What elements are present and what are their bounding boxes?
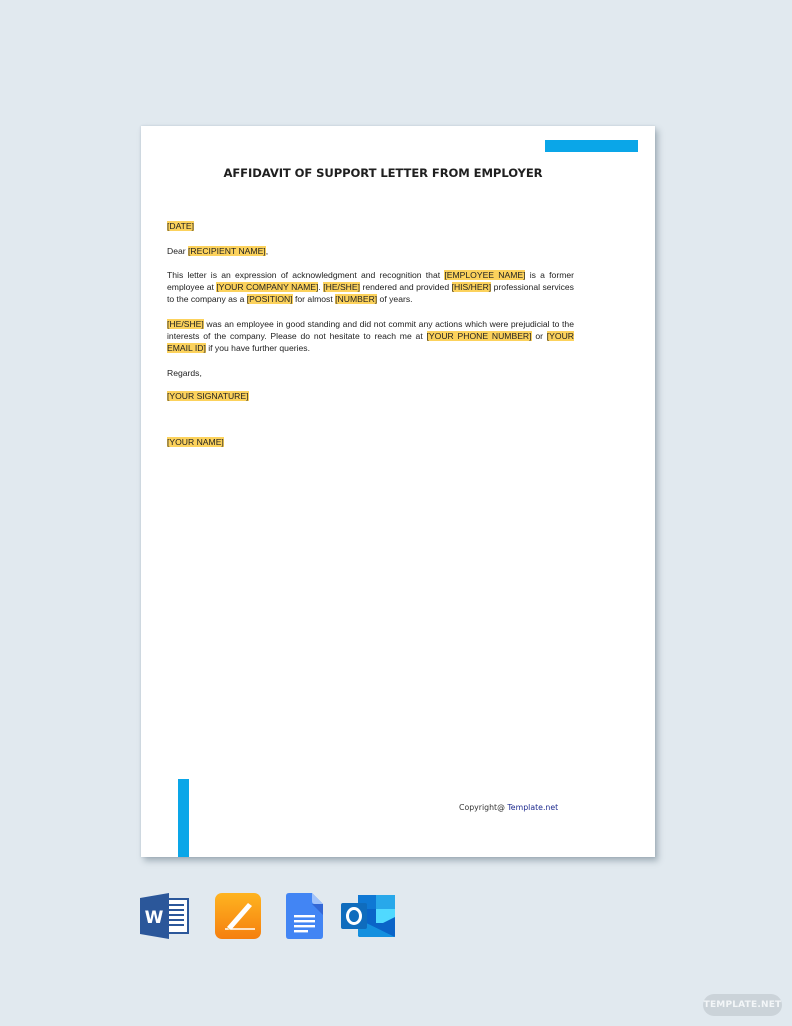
he-she-placeholder: [HE/SHE] [167, 319, 204, 329]
document-page: AFFIDAVIT OF SUPPORT LETTER FROM EMPLOYE… [141, 126, 655, 857]
name-line: [YOUR NAME] [167, 436, 574, 448]
employee-name-placeholder: [EMPLOYEE NAME] [444, 270, 526, 280]
name-placeholder: [YOUR NAME] [167, 437, 224, 447]
number-placeholder: [NUMBER] [335, 294, 378, 304]
svg-text:W: W [145, 908, 164, 928]
decorative-top-bar [545, 140, 638, 152]
position-placeholder: [POSITION] [246, 294, 293, 304]
signature-line: [YOUR SIGNATURE] [167, 390, 574, 402]
copyright-footer: Copyright@ Template.net [459, 803, 559, 812]
paragraph-2: [HE/SHE] was an employee in good standin… [167, 319, 574, 353]
date-line: [DATE] [167, 220, 574, 232]
brand-link[interactable]: Template.net [507, 803, 558, 812]
paragraph-1: This letter is an expression of acknowle… [167, 270, 574, 304]
template-net-watermark: TEMPLATE.NET [703, 994, 782, 1016]
pages-icon[interactable] [215, 893, 261, 944]
date-placeholder: [DATE] [167, 221, 195, 231]
company-name-placeholder: [YOUR COMPANY NAME] [216, 282, 319, 292]
he-she-placeholder: [HE/SHE] [323, 282, 361, 292]
recipient-placeholder: [RECIPIENT NAME] [188, 246, 266, 256]
word-icon[interactable]: W [140, 893, 189, 944]
his-her-placeholder: [HIS/HER] [451, 282, 492, 292]
outlook-icon[interactable] [341, 893, 396, 944]
salutation: Dear [RECIPIENT NAME], [167, 246, 269, 256]
decorative-left-bar [178, 779, 189, 857]
google-docs-icon[interactable] [286, 893, 323, 944]
signature-placeholder: [YOUR SIGNATURE] [167, 391, 249, 401]
closing: Regards, [167, 368, 202, 378]
phone-placeholder: [YOUR PHONE NUMBER] [426, 331, 532, 341]
document-title: AFFIDAVIT OF SUPPORT LETTER FROM EMPLOYE… [223, 166, 543, 180]
